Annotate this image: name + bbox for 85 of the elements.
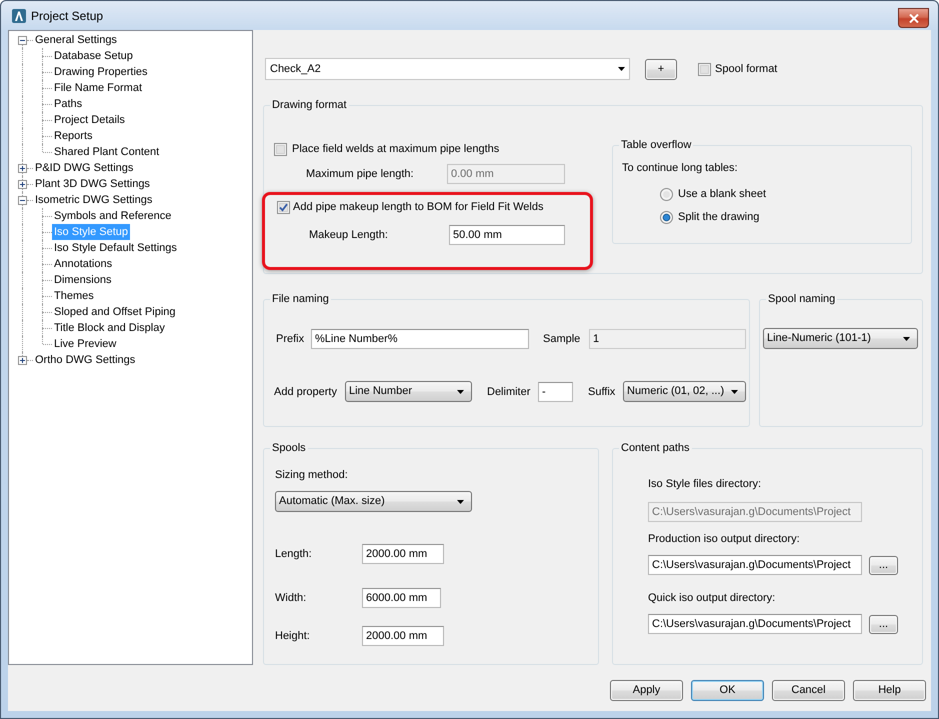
tree-item[interactable]: General Settings <box>33 32 119 48</box>
tree-item[interactable]: Themes <box>52 288 96 304</box>
text-field[interactable]: %Line Number% <box>311 329 529 349</box>
radio-label: Split the drawing <box>678 210 760 225</box>
text-field[interactable]: 2000.00 mm <box>362 544 444 564</box>
browse-button[interactable]: ... <box>869 556 898 574</box>
tree-item[interactable]: Project Details <box>52 112 127 128</box>
tree-item[interactable]: Dimensions <box>52 272 114 288</box>
checkbox-label: Place field welds at maximum pipe lengths <box>292 142 500 157</box>
plus-box-icon[interactable] <box>18 164 27 173</box>
field-label: Iso Style files directory: <box>648 477 762 492</box>
text-field[interactable]: 6000.00 mm <box>362 588 441 608</box>
tree-item[interactable]: Iso Style Default Settings <box>52 240 179 256</box>
tree-item[interactable]: File Name Format <box>52 80 144 96</box>
group-title: Content paths <box>619 441 692 455</box>
tree-item[interactable]: Ortho DWG Settings <box>33 352 138 368</box>
caret-down-icon <box>903 336 910 340</box>
field-label: Sample <box>543 332 580 347</box>
tree-item[interactable]: Isometric DWG Settings <box>33 192 154 208</box>
tree-item[interactable]: Paths <box>52 96 84 112</box>
prompt-text: To continue long tables: <box>622 161 738 176</box>
dropdown[interactable]: Line Number <box>345 381 472 402</box>
text-field[interactable]: 1 <box>589 329 746 349</box>
caret-down-icon <box>457 390 464 394</box>
checkbox[interactable] <box>277 200 290 214</box>
plus-box-icon[interactable] <box>18 180 27 189</box>
text-field[interactable]: 50.00 mm <box>449 225 565 245</box>
add-button[interactable]: + <box>645 58 677 80</box>
field-label: Height: <box>275 629 310 644</box>
checkbox[interactable] <box>274 142 287 156</box>
tree-item[interactable]: Title Block and Display <box>52 320 167 336</box>
dialog-button[interactable]: Cancel <box>772 680 845 701</box>
field-label: Maximum pipe length: <box>306 167 414 182</box>
tree-item[interactable]: Sloped and Offset Piping <box>52 304 178 320</box>
browse-button[interactable]: ... <box>869 614 898 634</box>
checkbox-label: Spool format <box>715 62 778 77</box>
group-title: Drawing format <box>270 98 349 112</box>
close-button[interactable] <box>898 8 929 28</box>
tree-item[interactable]: Live Preview <box>52 336 118 352</box>
minus-box-icon[interactable] <box>18 196 27 205</box>
text-field[interactable]: 2000.00 mm <box>362 626 444 646</box>
tree-item[interactable]: Reports <box>52 128 95 144</box>
style-combo-box[interactable]: Check_A2 <box>265 58 630 80</box>
tree-item[interactable]: Drawing Properties <box>52 64 150 80</box>
group-title: File naming <box>270 292 331 306</box>
tree-item[interactable]: Database Setup <box>52 48 135 64</box>
text-field[interactable]: - <box>538 382 573 402</box>
caret-down-icon <box>731 390 738 394</box>
text-field[interactable]: C:\Users\vasurajan.g\Documents\Project <box>648 614 862 634</box>
plus-box-icon[interactable] <box>18 356 27 365</box>
field-label: Width: <box>275 591 306 606</box>
dropdown[interactable]: Numeric (01, 02, ...) <box>623 381 746 402</box>
tree-item[interactable]: Symbols and Reference <box>52 208 174 224</box>
radio-button[interactable] <box>660 210 673 224</box>
radio-label: Use a blank sheet <box>678 187 766 202</box>
field-label: Prefix <box>276 332 304 347</box>
dialog-button[interactable]: Apply <box>610 680 683 701</box>
minus-box-icon[interactable] <box>18 36 27 45</box>
app-logo-icon <box>12 8 26 22</box>
text-field[interactable]: C:\Users\vasurajan.g\Documents\Project <box>648 555 862 575</box>
field-label: Sizing method: <box>275 468 348 483</box>
dialog-button[interactable]: Help <box>853 680 926 701</box>
field-label: Quick iso output directory: <box>648 591 776 606</box>
checkbox[interactable] <box>698 62 711 76</box>
dropdown[interactable]: Automatic (Max. size) <box>275 491 472 512</box>
group-title: Spool naming <box>766 292 838 306</box>
tree-item[interactable]: P&ID DWG Settings <box>33 160 136 176</box>
tree-item[interactable]: Shared Plant Content <box>52 144 162 160</box>
caret-down-icon <box>457 500 464 504</box>
close-icon <box>908 14 918 22</box>
field-label: Production iso output directory: <box>648 532 800 547</box>
field-label: Suffix <box>588 384 616 400</box>
dialog-button[interactable]: OK <box>691 680 764 701</box>
caret-down-icon <box>618 67 625 71</box>
field-label: Length: <box>275 547 312 562</box>
tree-item[interactable]: Plant 3D DWG Settings <box>33 176 152 192</box>
field-label: Add property <box>274 384 337 400</box>
field-label: Delimiter <box>487 384 530 400</box>
dropdown[interactable]: Line-Numeric (101-1) <box>763 328 918 349</box>
tree-item[interactable]: Annotations <box>52 256 114 272</box>
checkbox-label: Add pipe makeup length to BOM for Field Fit Welds <box>293 200 544 215</box>
group-title: Spools <box>270 441 308 455</box>
window-title: Project Setup <box>31 8 104 24</box>
radio-button[interactable] <box>660 188 673 200</box>
field-label: Makeup Length: <box>309 228 388 243</box>
